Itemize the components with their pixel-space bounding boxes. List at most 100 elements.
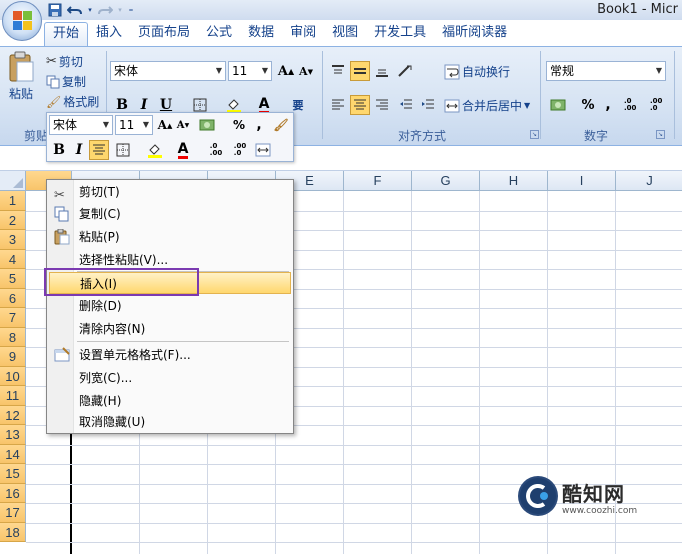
row-header-2[interactable]: 2 — [0, 210, 26, 230]
mini-decrease-decimal-button[interactable]: .00.0 — [229, 140, 251, 160]
chevron-down-icon: ▼ — [261, 66, 268, 75]
mini-fill-color-button[interactable] — [145, 140, 165, 160]
paste-button[interactable]: 粘贴 — [4, 51, 38, 102]
align-right-button[interactable] — [372, 95, 392, 115]
row-header-9[interactable]: 9 — [0, 347, 26, 367]
mini-font-size-combo[interactable]: 11 ▼ — [115, 115, 153, 135]
font-size-combo[interactable]: 11 ▼ — [228, 61, 272, 81]
decrease-decimal-button[interactable]: .00 .0 — [650, 95, 672, 115]
select-all-button[interactable] — [0, 171, 26, 191]
menu-item-hide[interactable]: 隐藏(H) — [49, 390, 291, 412]
cut-button[interactable]: ✂ 剪切 — [46, 53, 83, 70]
row-header-18[interactable]: 18 — [0, 522, 26, 542]
accounting-format-button[interactable] — [548, 95, 568, 115]
row-header-15[interactable]: 15 — [0, 464, 26, 484]
tab-insert[interactable]: 插入 — [88, 22, 130, 46]
mini-percent-button[interactable]: % — [229, 115, 249, 135]
redo-dropdown[interactable]: ▾ — [116, 2, 124, 18]
tab-developer[interactable]: 开发工具 — [366, 22, 434, 46]
mini-accounting-button[interactable] — [197, 115, 217, 135]
menu-item-cut[interactable]: ✂ 剪切(T) — [49, 181, 291, 203]
number-dialog-launcher[interactable]: ↘ — [656, 130, 665, 139]
increase-indent-button[interactable] — [418, 95, 438, 115]
mini-shrink-font-button[interactable]: A ▼ — [173, 115, 193, 135]
orientation-icon — [398, 65, 412, 77]
mini-bold-button[interactable]: B — [49, 140, 69, 160]
row-header-6[interactable]: 6 — [0, 288, 26, 308]
grow-font-button[interactable]: A ▲ — [276, 61, 296, 81]
wrap-text-button[interactable]: 自动换行 — [444, 63, 510, 80]
tab-foxit-reader[interactable]: 福昕阅读器 — [434, 22, 515, 46]
mini-align-center-button[interactable] — [89, 140, 109, 160]
number-format-combo[interactable]: 常规 ▼ — [546, 61, 666, 81]
tab-review[interactable]: 审阅 — [282, 22, 324, 46]
column-header-f[interactable]: F — [344, 171, 412, 191]
fill-color-icon — [227, 99, 241, 113]
mini-font-name-combo[interactable]: 宋体 ▼ — [49, 115, 113, 135]
percent-button[interactable]: % — [578, 95, 598, 115]
tab-data[interactable]: 数据 — [240, 22, 282, 46]
mini-font-color-button[interactable]: A — [173, 140, 193, 160]
alignment-dialog-launcher[interactable]: ↘ — [530, 130, 539, 139]
shrink-font-button[interactable]: A ▼ — [296, 61, 316, 81]
alignment-group-label: 对齐方式 — [398, 129, 447, 143]
tab-page-layout[interactable]: 页面布局 — [130, 22, 198, 46]
mini-merge-button[interactable] — [253, 140, 273, 160]
decrease-indent-button[interactable] — [396, 95, 416, 115]
row-header-13[interactable]: 13 — [0, 425, 26, 445]
menu-item-clear-contents[interactable]: 清除内容(N) — [49, 318, 291, 340]
save-button[interactable] — [46, 2, 64, 18]
undo-button[interactable] — [66, 2, 84, 18]
mini-format-painter-button[interactable]: 🖌 — [271, 115, 291, 135]
menu-item-column-width[interactable]: 列宽(C)... — [49, 367, 291, 389]
tab-home[interactable]: 开始 — [44, 22, 89, 46]
align-top-button[interactable] — [328, 61, 348, 81]
increase-decimal-button[interactable]: .0 .00 — [624, 95, 646, 115]
copy-button[interactable]: 复制 — [46, 73, 86, 90]
mini-increase-decimal-button[interactable]: .0.00 — [205, 140, 227, 160]
comma-button[interactable]: , — [598, 95, 618, 115]
mini-italic-button[interactable]: I — [69, 140, 89, 160]
column-header-i[interactable]: I — [548, 171, 616, 191]
align-middle-button[interactable] — [350, 61, 370, 81]
tab-formulas[interactable]: 公式 — [198, 22, 240, 46]
row-header-4[interactable]: 4 — [0, 249, 26, 269]
row-header-7[interactable]: 7 — [0, 308, 26, 328]
column-header-j[interactable]: J — [616, 171, 682, 191]
menu-item-unhide[interactable]: 取消隐藏(U) — [49, 411, 291, 433]
row-header-11[interactable]: 11 — [0, 386, 26, 406]
row-header-10[interactable]: 10 — [0, 366, 26, 386]
row-header-12[interactable]: 12 — [0, 405, 26, 425]
row-header-14[interactable]: 14 — [0, 444, 26, 464]
copy-label: 复制 — [62, 75, 87, 89]
copy-icon — [54, 206, 70, 222]
format-painter-button[interactable]: 🖌 格式刷 — [46, 93, 99, 110]
align-left-button[interactable] — [328, 95, 348, 115]
column-header-h[interactable]: H — [480, 171, 548, 191]
mini-border-button[interactable] — [113, 140, 133, 160]
undo-dropdown[interactable]: ▾ — [86, 2, 94, 18]
customize-qat-button[interactable]: ₌ — [126, 2, 136, 18]
row-header-16[interactable]: 16 — [0, 483, 26, 503]
menu-item-format-cells[interactable]: 设置单元格格式(F)... — [49, 344, 291, 366]
redo-button[interactable] — [96, 2, 114, 18]
row-header-5[interactable]: 5 — [0, 269, 26, 289]
mini-comma-button[interactable]: , — [249, 115, 269, 135]
menu-item-copy[interactable]: 复制(C) — [49, 203, 291, 225]
row-header-8[interactable]: 8 — [0, 327, 26, 347]
menu-item-label: 隐藏(H) — [79, 394, 122, 408]
row-header-17[interactable]: 17 — [0, 503, 26, 523]
column-header-g[interactable]: G — [412, 171, 480, 191]
tab-view[interactable]: 视图 — [324, 22, 366, 46]
font-name-combo[interactable]: 宋体 ▼ — [110, 61, 226, 81]
align-bottom-button[interactable] — [372, 61, 392, 81]
merge-center-button[interactable]: 合并后居中 ▼ — [444, 97, 530, 114]
office-button[interactable] — [2, 1, 42, 41]
orientation-button[interactable] — [396, 61, 416, 81]
mini-grow-font-button[interactable]: A ▲ — [155, 115, 175, 135]
menu-item-paste[interactable]: 粘贴(P) — [49, 226, 291, 248]
row-header-3[interactable]: 3 — [0, 230, 26, 250]
menu-item-delete[interactable]: 删除(D) — [49, 295, 291, 317]
align-center-button[interactable] — [350, 95, 370, 115]
row-header-1[interactable]: 1 — [0, 191, 26, 211]
